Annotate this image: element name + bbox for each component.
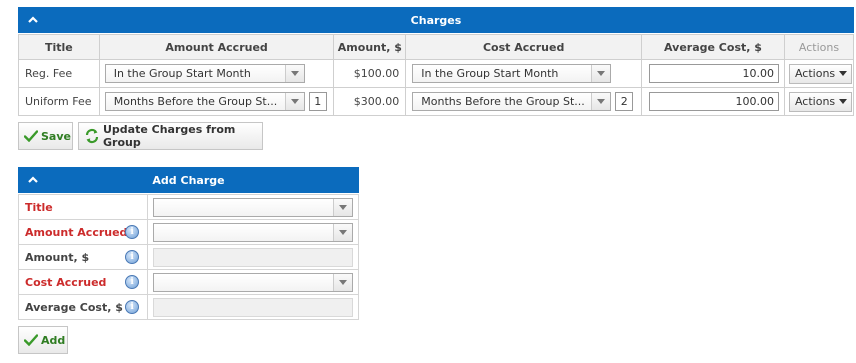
chevron-up-icon — [28, 176, 38, 183]
add-button[interactable]: Add — [18, 326, 68, 354]
info-icon[interactable]: i — [125, 225, 140, 239]
chevron-up-icon — [28, 16, 38, 23]
amount-accrued-cell: In the Group Start Month — [98, 59, 335, 88]
actions-button[interactable]: Actions — [788, 63, 853, 84]
add-charge-header: Add Charge — [18, 167, 359, 193]
actions-label: Actions — [794, 67, 836, 80]
charges-title: Charges — [410, 13, 462, 27]
average-cost-input[interactable]: 10.00 — [649, 64, 780, 83]
cost-months-input[interactable]: 2 — [615, 92, 634, 111]
form-row-title: Title — [17, 194, 359, 220]
update-charges-button[interactable]: Update Charges from Group — [78, 122, 263, 150]
average-cost-label: Average Cost, $ — [25, 300, 123, 314]
dropdown-arrow-icon — [333, 198, 353, 216]
actions-cell: Actions — [783, 87, 855, 116]
dropdown-arrow-icon — [591, 65, 611, 82]
new-amount-accrued-select[interactable] — [153, 222, 354, 242]
cost-accrued-label-cell: Cost Accrued i — [17, 269, 149, 295]
dropdown-arrow-icon — [333, 223, 353, 241]
add-charge-title: Add Charge — [152, 173, 225, 187]
amount-accrued-label: Amount Accrued — [25, 225, 128, 239]
amount-accrued-cell — [147, 219, 359, 245]
caret-down-icon — [839, 71, 848, 76]
amount-months-input[interactable]: 1 — [308, 92, 327, 111]
cost-accrued-value: In the Group Start Month — [421, 67, 559, 80]
amount-accrued-label-cell: Amount Accrued i — [17, 219, 149, 245]
column-header-actions: Actions — [783, 34, 855, 60]
actions-label: Actions — [794, 95, 836, 108]
check-icon — [24, 130, 38, 142]
add-charge-form: Title Amount Accrued i Amount, $ i Cost … — [17, 194, 359, 320]
dropdown-arrow-icon — [591, 93, 611, 110]
cost-accrued-label: Cost Accrued — [25, 275, 107, 289]
amount-cell — [147, 244, 359, 270]
amount-accrued-select[interactable]: Months Before the Group St... — [104, 92, 305, 111]
collapse-charges-button[interactable] — [28, 7, 38, 33]
table-header-row: Title Amount Accrued Amount, $ Cost Accr… — [18, 34, 855, 60]
dropdown-arrow-icon — [284, 93, 304, 110]
cost-accrued-cell: Months Before the Group St... 2 — [405, 87, 643, 116]
table-row: Uniform Fee Months Before the Group St..… — [18, 87, 855, 116]
row-title: Reg. Fee — [18, 59, 100, 88]
amount-accrued-value: Months Before the Group St... — [113, 95, 278, 108]
row-amount: $100.00 — [333, 59, 407, 88]
column-header-amount-accrued: Amount Accrued — [98, 34, 335, 60]
cost-accrued-cell: In the Group Start Month — [405, 59, 643, 88]
cost-accrued-select[interactable]: Months Before the Group St... — [412, 92, 612, 111]
form-row-average-cost: Average Cost, $ i — [17, 294, 359, 320]
average-cost-cell: 100.00 — [641, 87, 785, 116]
average-cost-input[interactable]: 100.00 — [649, 92, 780, 111]
dropdown-arrow-icon — [333, 273, 353, 291]
form-row-amount: Amount, $ i — [17, 244, 359, 270]
form-row-amount-accrued: Amount Accrued i — [17, 219, 359, 245]
title-label: Title — [17, 194, 149, 220]
new-cost-accrued-select[interactable] — [153, 272, 354, 292]
column-header-title: Title — [18, 34, 100, 60]
new-average-cost-input — [153, 297, 354, 317]
check-icon — [24, 334, 38, 346]
actions-button[interactable]: Actions — [788, 91, 853, 112]
title-select[interactable] — [153, 197, 354, 217]
average-cost-label-cell: Average Cost, $ i — [17, 294, 149, 320]
charges-table: Title Amount Accrued Amount, $ Cost Accr… — [18, 34, 855, 116]
row-amount: $300.00 — [333, 87, 407, 116]
refresh-icon — [84, 128, 100, 144]
info-icon[interactable]: i — [125, 250, 140, 264]
average-cost-cell — [147, 294, 359, 320]
info-icon[interactable]: i — [125, 300, 140, 314]
average-cost-cell: 10.00 — [641, 59, 785, 88]
amount-label: Amount, $ — [25, 250, 90, 264]
save-button[interactable]: Save — [18, 122, 73, 150]
title-cell — [147, 194, 359, 220]
amount-input — [153, 247, 354, 267]
info-icon[interactable]: i — [125, 275, 140, 289]
cost-accrued-value: Months Before the Group St... — [421, 95, 585, 108]
actions-cell: Actions — [783, 59, 855, 88]
column-header-average-cost: Average Cost, $ — [641, 34, 785, 60]
table-row: Reg. Fee In the Group Start Month $100.0… — [18, 59, 855, 88]
form-row-cost-accrued: Cost Accrued i — [17, 269, 359, 295]
collapse-add-charge-button[interactable] — [28, 167, 38, 193]
caret-down-icon — [839, 99, 848, 104]
amount-accrued-select[interactable]: In the Group Start Month — [104, 64, 305, 83]
amount-accrued-cell: Months Before the Group St... 1 — [98, 87, 335, 116]
add-label: Add — [41, 333, 66, 347]
save-label: Save — [41, 129, 71, 143]
amount-label-cell: Amount, $ i — [17, 244, 149, 270]
column-header-amount: Amount, $ — [333, 34, 407, 60]
column-header-cost-accrued: Cost Accrued — [405, 34, 643, 60]
update-charges-label: Update Charges from Group — [103, 123, 236, 149]
cost-accrued-select[interactable]: In the Group Start Month — [412, 64, 612, 83]
amount-accrued-value: In the Group Start Month — [113, 67, 251, 80]
cost-accrued-cell — [147, 269, 359, 295]
charges-header: Charges — [18, 7, 854, 33]
dropdown-arrow-icon — [284, 65, 304, 82]
row-title: Uniform Fee — [18, 87, 100, 116]
